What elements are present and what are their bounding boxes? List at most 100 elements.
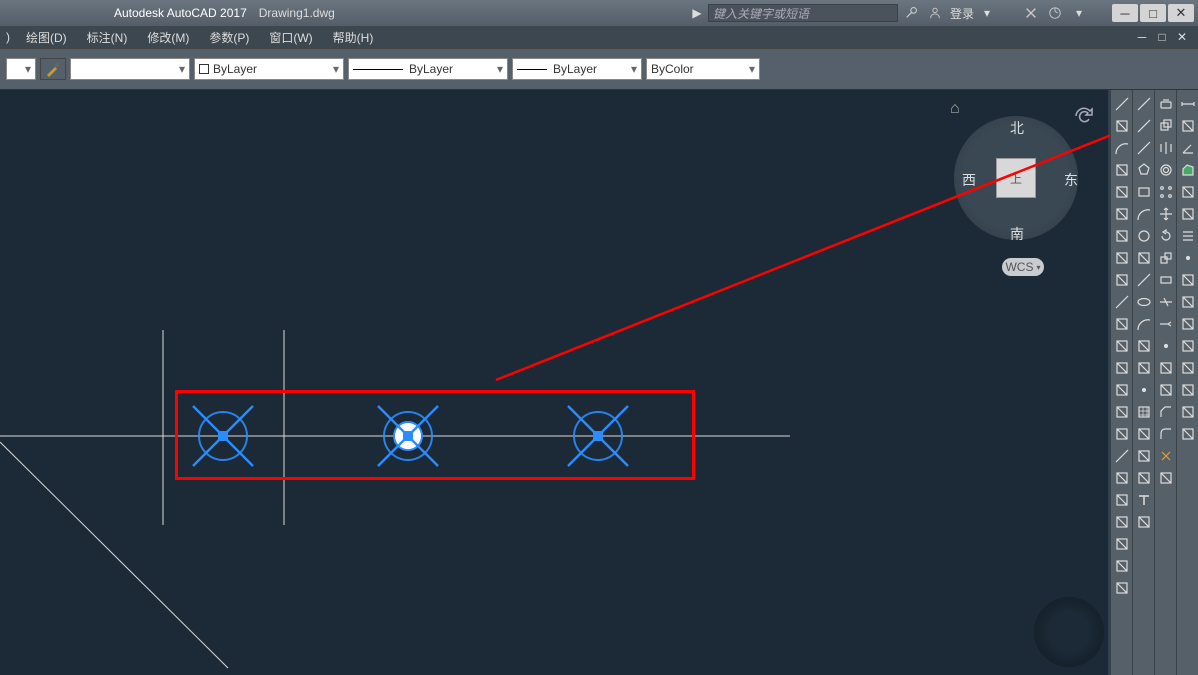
drawing-area[interactable]: ⌂ 上 北 南 西 东 WCS ▾ bbox=[0, 90, 1108, 675]
region-massprop-button[interactable] bbox=[1178, 204, 1198, 224]
line-button[interactable] bbox=[1134, 94, 1154, 114]
menu-window[interactable]: 窗口(W) bbox=[259, 29, 322, 46]
dim-angular-button[interactable] bbox=[1112, 248, 1132, 268]
viewcube[interactable]: ⌂ 上 北 南 西 东 WCS ▾ bbox=[950, 100, 1090, 280]
explode-button[interactable] bbox=[1156, 446, 1176, 466]
break-button[interactable] bbox=[1156, 358, 1176, 378]
unknown-combo-1[interactable]: ▾ bbox=[6, 58, 36, 80]
array-button[interactable] bbox=[1156, 182, 1176, 202]
a360-icon[interactable] bbox=[1044, 4, 1066, 22]
window-restore-button[interactable]: □ bbox=[1140, 4, 1166, 22]
area-button[interactable] bbox=[1178, 160, 1198, 180]
menu-parametric[interactable]: 参数(P) bbox=[199, 29, 259, 46]
table-button[interactable] bbox=[1134, 468, 1154, 488]
dim-linear-button[interactable] bbox=[1112, 94, 1132, 114]
circle-button[interactable] bbox=[1134, 226, 1154, 246]
id-point-button[interactable] bbox=[1178, 248, 1198, 268]
radius-button[interactable] bbox=[1178, 116, 1198, 136]
drawing-canvas[interactable] bbox=[0, 90, 1108, 675]
search-icon[interactable] bbox=[900, 4, 922, 22]
linetype-combo[interactable]: ByLayer ▾ bbox=[348, 58, 508, 80]
join-button[interactable] bbox=[1156, 380, 1176, 400]
steering-wheel[interactable] bbox=[1034, 597, 1104, 667]
erase-button[interactable] bbox=[1156, 94, 1176, 114]
dim-arc-button[interactable] bbox=[1112, 138, 1132, 158]
center-mark-button[interactable] bbox=[1112, 402, 1132, 422]
divide-button[interactable] bbox=[1178, 336, 1198, 356]
layer-translate-button[interactable] bbox=[1178, 402, 1198, 422]
status-button[interactable] bbox=[1178, 292, 1198, 312]
lineweight-combo[interactable]: ByLayer ▾ bbox=[512, 58, 642, 80]
fillet-button[interactable] bbox=[1156, 424, 1176, 444]
dim-jogged-button[interactable] bbox=[1112, 204, 1132, 224]
jogged-linear-button[interactable] bbox=[1112, 446, 1132, 466]
viewcube-rotate-icon[interactable] bbox=[1072, 104, 1096, 128]
dim-quick-button[interactable] bbox=[1112, 270, 1132, 290]
search-play-icon[interactable]: ▶ bbox=[686, 4, 708, 22]
polyline-button[interactable] bbox=[1134, 138, 1154, 158]
dim-radius-button[interactable] bbox=[1112, 182, 1132, 202]
plotstyle-combo[interactable]: ByColor ▾ bbox=[646, 58, 760, 80]
scale-button[interactable] bbox=[1156, 248, 1176, 268]
hatch-button[interactable] bbox=[1134, 402, 1154, 422]
viewcube-south[interactable]: 南 bbox=[1010, 224, 1024, 244]
measure-button[interactable] bbox=[1178, 358, 1198, 378]
dim-assoc-button[interactable] bbox=[1112, 556, 1132, 576]
spline-button[interactable] bbox=[1134, 270, 1154, 290]
wcs-badge[interactable]: WCS ▾ bbox=[1002, 258, 1044, 276]
menu-dimension[interactable]: 标注(N) bbox=[77, 29, 138, 46]
exchange-icon[interactable] bbox=[1020, 4, 1042, 22]
rectangle-button[interactable] bbox=[1134, 182, 1154, 202]
inspect-button[interactable] bbox=[1112, 424, 1132, 444]
revision-cloud-button[interactable] bbox=[1134, 248, 1154, 268]
dim-ordinate-button[interactable] bbox=[1112, 160, 1132, 180]
gradient-button[interactable] bbox=[1134, 424, 1154, 444]
search-input[interactable]: 键入关键字或短语 bbox=[708, 4, 898, 22]
arc-button[interactable] bbox=[1134, 204, 1154, 224]
dim-edit-button[interactable] bbox=[1112, 468, 1132, 488]
window-close-button[interactable]: ✕ bbox=[1168, 4, 1194, 22]
dim-style-button[interactable] bbox=[1112, 534, 1132, 554]
dim-tedit-button[interactable] bbox=[1112, 490, 1132, 510]
account-icon[interactable] bbox=[924, 4, 946, 22]
viewcube-face[interactable]: 上 bbox=[996, 158, 1036, 198]
login-dropdown-icon[interactable]: ▾ bbox=[976, 4, 998, 22]
dim-continue-button[interactable] bbox=[1112, 314, 1132, 334]
doc-close-button[interactable]: ✕ bbox=[1172, 29, 1192, 45]
rotate-button[interactable] bbox=[1156, 226, 1176, 246]
draw-order-button[interactable] bbox=[1156, 468, 1176, 488]
viewcube-east[interactable]: 东 bbox=[1064, 170, 1078, 190]
window-minimize-button[interactable]: ─ bbox=[1112, 4, 1138, 22]
ellipse-arc-button[interactable] bbox=[1134, 314, 1154, 334]
dim-update-button[interactable] bbox=[1112, 512, 1132, 532]
tolerance-button[interactable] bbox=[1112, 380, 1132, 400]
ellipse-button[interactable] bbox=[1134, 292, 1154, 312]
doc-restore-button[interactable]: □ bbox=[1152, 29, 1172, 45]
move-button[interactable] bbox=[1156, 204, 1176, 224]
point-button[interactable] bbox=[1134, 380, 1154, 400]
distance-button[interactable] bbox=[1178, 94, 1198, 114]
region-button[interactable] bbox=[1134, 446, 1154, 466]
dim-aligned-button[interactable] bbox=[1112, 116, 1132, 136]
dim-diameter-button[interactable] bbox=[1112, 226, 1132, 246]
viewcube-home-icon[interactable]: ⌂ bbox=[950, 100, 960, 118]
match-prop-button[interactable] bbox=[40, 58, 66, 80]
mtext-button[interactable] bbox=[1134, 490, 1154, 510]
quickcalc-button[interactable] bbox=[1178, 380, 1198, 400]
check-standards-button[interactable] bbox=[1178, 424, 1198, 444]
menu-help[interactable]: 帮助(H) bbox=[323, 29, 384, 46]
construction-line-button[interactable] bbox=[1134, 116, 1154, 136]
mirror-button[interactable] bbox=[1156, 138, 1176, 158]
stretch-button[interactable] bbox=[1156, 270, 1176, 290]
add-selected-button[interactable] bbox=[1134, 512, 1154, 532]
help-dropdown-icon[interactable]: ▾ bbox=[1068, 4, 1090, 22]
dim-space-button[interactable] bbox=[1112, 336, 1132, 356]
doc-minimize-button[interactable]: ─ bbox=[1132, 29, 1152, 45]
extend-button[interactable] bbox=[1156, 314, 1176, 334]
dim-baseline-button[interactable] bbox=[1112, 292, 1132, 312]
viewcube-north[interactable]: 北 bbox=[1010, 118, 1024, 138]
menu-modify[interactable]: 修改(M) bbox=[137, 29, 199, 46]
list-button[interactable] bbox=[1178, 226, 1198, 246]
angle-button[interactable] bbox=[1178, 138, 1198, 158]
unknown-combo-2[interactable]: ▾ bbox=[70, 58, 190, 80]
